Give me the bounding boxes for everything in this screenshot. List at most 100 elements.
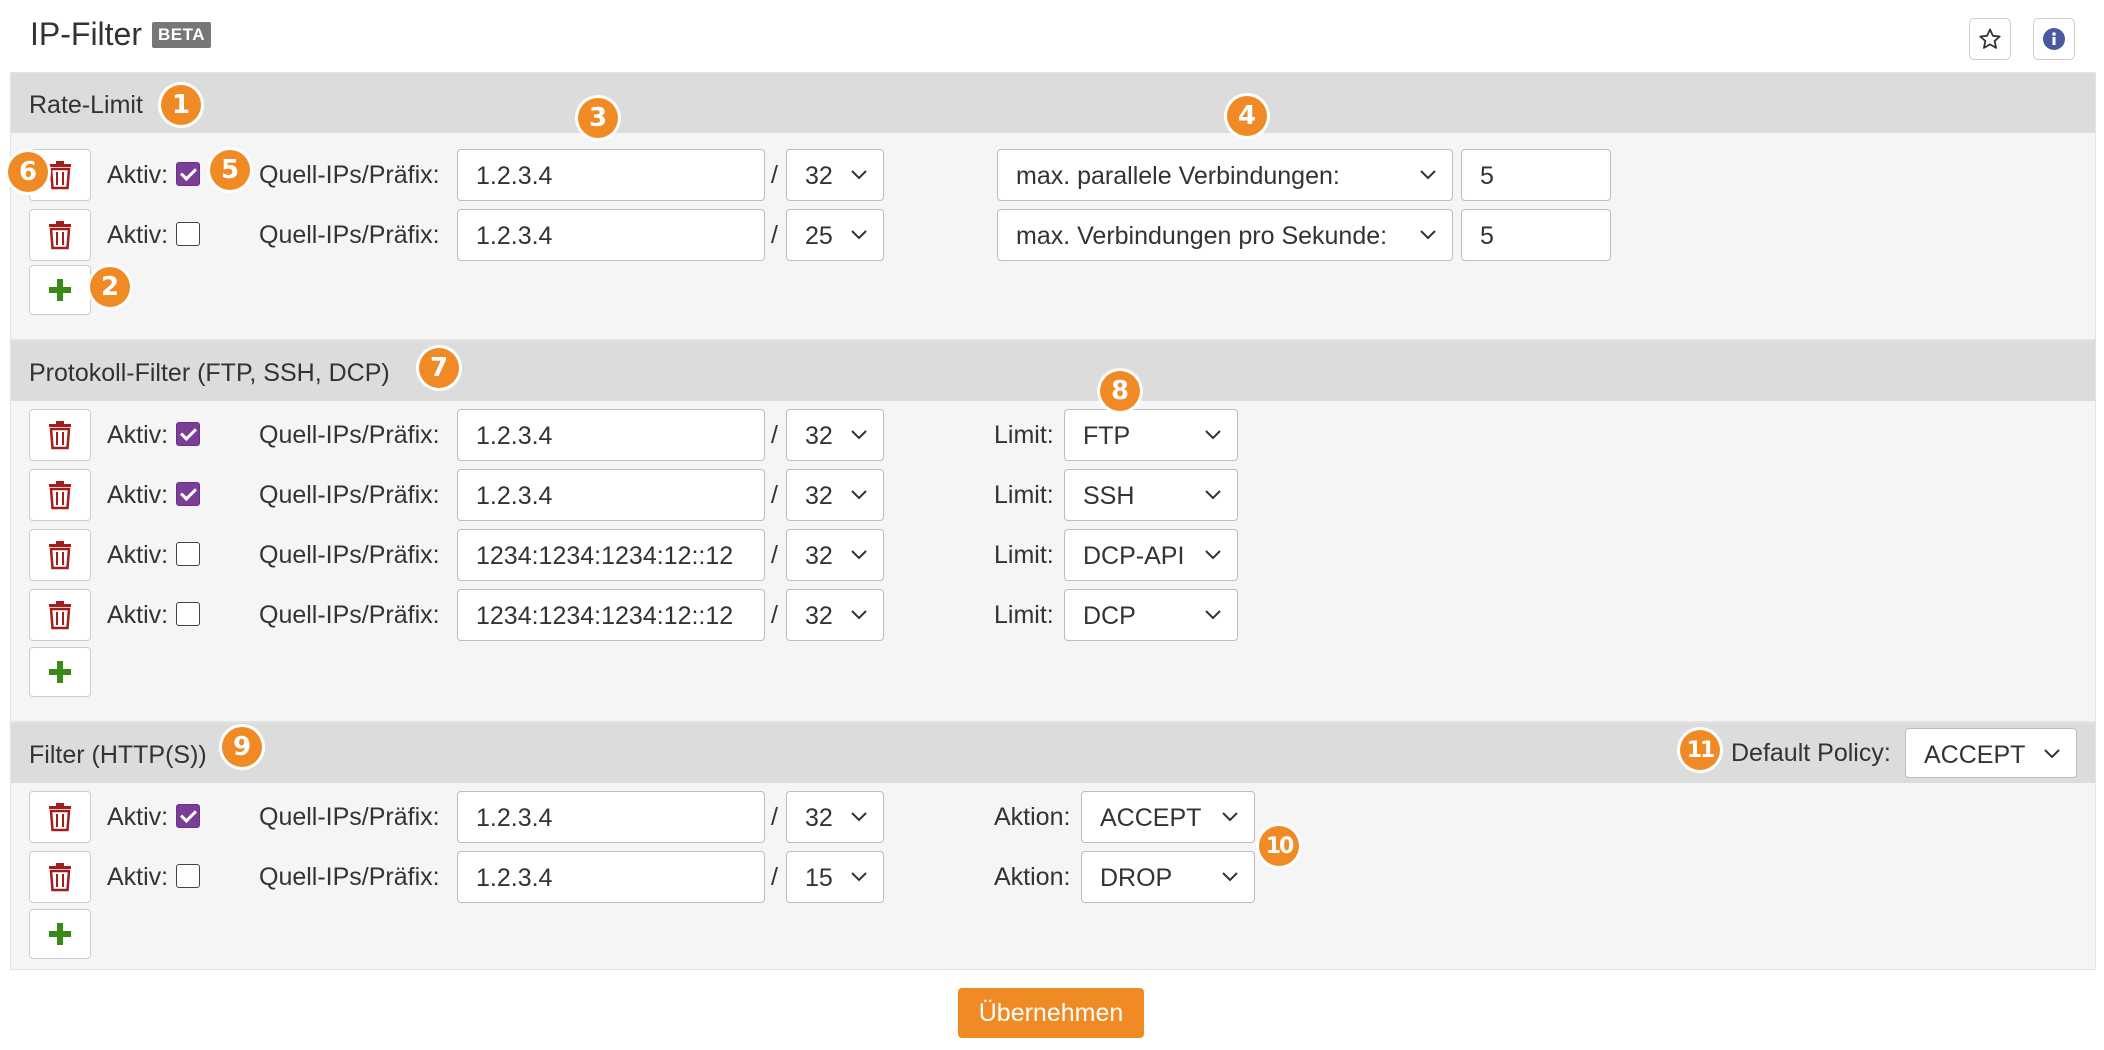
info-icon: [2043, 28, 2065, 50]
trash-icon: [49, 541, 71, 570]
source-ip-label: Quell-IPs/Präfix:: [259, 421, 440, 449]
prefix-value: 32: [805, 542, 833, 570]
default-policy-select[interactable]: ACCEPT: [1905, 728, 2077, 778]
prefix-select[interactable]: 32: [786, 149, 884, 201]
trash-icon: [49, 863, 71, 892]
trash-icon: [49, 221, 71, 250]
source-ip-input[interactable]: 1.2.3.4: [457, 149, 765, 201]
add-rule-button[interactable]: [29, 909, 91, 959]
default-policy-label: Default Policy:: [1731, 739, 1891, 767]
annotation-badge-2: 2: [90, 267, 130, 307]
source-ip-input[interactable]: 1234:1234:1234:12::12: [457, 589, 765, 641]
trash-icon: [49, 161, 71, 190]
source-ip-input[interactable]: 1.2.3.4: [457, 791, 765, 843]
add-rule-button[interactable]: [29, 647, 91, 697]
delete-button[interactable]: [29, 851, 91, 903]
prefix-slash: /: [771, 803, 778, 831]
source-ip-input[interactable]: 1.2.3.4: [457, 409, 765, 461]
source-ip-label: Quell-IPs/Präfix:: [259, 541, 440, 569]
active-checkbox[interactable]: [176, 422, 200, 446]
action-label: Aktion:: [994, 863, 1071, 891]
annotation-badge-9: 9: [222, 727, 262, 767]
prefix-value: 32: [805, 482, 833, 510]
favorite-button[interactable]: [1969, 18, 2011, 60]
plus-icon: [49, 661, 71, 683]
active-checkbox[interactable]: [176, 162, 200, 186]
limit-select[interactable]: FTP: [1064, 409, 1238, 461]
prefix-select[interactable]: 32: [786, 409, 884, 461]
http-filter-header: Filter (HTTP(S)) Default Policy: ACCEPT: [11, 723, 2095, 783]
rate-type-select[interactable]: max. parallele Verbindungen:: [997, 149, 1453, 201]
action-select[interactable]: DROP: [1081, 851, 1255, 903]
prefix-select[interactable]: 15: [786, 851, 884, 903]
apply-button[interactable]: Übernehmen: [958, 988, 1144, 1038]
annotation-badge-3: 3: [578, 98, 618, 138]
prefix-slash: /: [771, 541, 778, 569]
active-checkbox[interactable]: [176, 482, 200, 506]
active-checkbox[interactable]: [176, 602, 200, 626]
source-ip-label: Quell-IPs/Präfix:: [259, 863, 440, 891]
annotation-badge-1: 1: [161, 85, 201, 125]
prefix-select[interactable]: 32: [786, 529, 884, 581]
annotation-badge-8: 8: [1100, 371, 1140, 411]
protocol-filter-panel: Protokoll-Filter (FTP, SSH, DCP) Aktiv: …: [10, 340, 2096, 722]
trash-icon: [49, 481, 71, 510]
rate-type-select[interactable]: max. Verbindungen pro Sekunde:: [997, 209, 1453, 261]
delete-button[interactable]: [29, 589, 91, 641]
source-ip-input[interactable]: 1.2.3.4: [457, 209, 765, 261]
action-value: DROP: [1100, 864, 1173, 892]
active-checkbox[interactable]: [176, 864, 200, 888]
rate-value-input[interactable]: 5: [1461, 149, 1611, 201]
prefix-select[interactable]: 32: [786, 791, 884, 843]
active-checkbox[interactable]: [176, 804, 200, 828]
active-label: Aktiv:: [107, 481, 169, 509]
active-checkbox[interactable]: [176, 222, 200, 246]
prefix-select[interactable]: 25: [786, 209, 884, 261]
chevron-down-icon: [851, 610, 867, 620]
active-label: Aktiv:: [107, 803, 169, 831]
chevron-down-icon: [1222, 812, 1238, 822]
default-policy-value: ACCEPT: [1924, 741, 2026, 769]
active-checkbox[interactable]: [176, 542, 200, 566]
prefix-slash: /: [771, 161, 778, 189]
chevron-down-icon: [2044, 749, 2060, 759]
http-filter-row: Aktiv: Quell-IPs/Präfix: 1.2.3.4 / 32 Ak…: [11, 791, 2095, 843]
source-ip-input[interactable]: 1234:1234:1234:12::12: [457, 529, 765, 581]
rate-type-value: max. Verbindungen pro Sekunde:: [1016, 222, 1388, 250]
source-ip-input[interactable]: 1.2.3.4: [457, 469, 765, 521]
rate-value-input[interactable]: 5: [1461, 209, 1611, 261]
source-ip-label: Quell-IPs/Präfix:: [259, 803, 440, 831]
limit-value: DCP-API: [1083, 542, 1185, 570]
limit-label: Limit:: [994, 421, 1054, 449]
rate-type-value: max. parallele Verbindungen:: [1016, 162, 1340, 190]
delete-button[interactable]: [29, 209, 91, 261]
action-label: Aktion:: [994, 803, 1071, 831]
delete-button[interactable]: [29, 529, 91, 581]
prefix-select[interactable]: 32: [786, 469, 884, 521]
delete-button[interactable]: [29, 791, 91, 843]
chevron-down-icon: [1420, 230, 1436, 240]
chevron-down-icon: [851, 550, 867, 560]
chevron-down-icon: [1222, 872, 1238, 882]
limit-select[interactable]: DCP: [1064, 589, 1238, 641]
active-label: Aktiv:: [107, 421, 169, 449]
add-rule-button[interactable]: [29, 265, 91, 315]
protocol-filter-row: Aktiv: Quell-IPs/Präfix: 1234:1234:1234:…: [11, 529, 2095, 581]
plus-icon: [49, 279, 71, 301]
protocol-filter-row: Aktiv: Quell-IPs/Präfix: 1.2.3.4 / 32 Li…: [11, 469, 2095, 521]
prefix-value: 32: [805, 162, 833, 190]
limit-select[interactable]: SSH: [1064, 469, 1238, 521]
action-select[interactable]: ACCEPT: [1081, 791, 1255, 843]
prefix-value: 15: [805, 864, 833, 892]
info-button[interactable]: [2033, 18, 2075, 60]
prefix-select[interactable]: 32: [786, 589, 884, 641]
active-label: Aktiv:: [107, 541, 169, 569]
delete-button[interactable]: [29, 469, 91, 521]
delete-button[interactable]: [29, 409, 91, 461]
limit-select[interactable]: DCP-API: [1064, 529, 1238, 581]
beta-badge: BETA: [152, 21, 212, 48]
prefix-value: 32: [805, 422, 833, 450]
plus-icon: [49, 923, 71, 945]
source-ip-input[interactable]: 1.2.3.4: [457, 851, 765, 903]
limit-value: DCP: [1083, 602, 1136, 630]
